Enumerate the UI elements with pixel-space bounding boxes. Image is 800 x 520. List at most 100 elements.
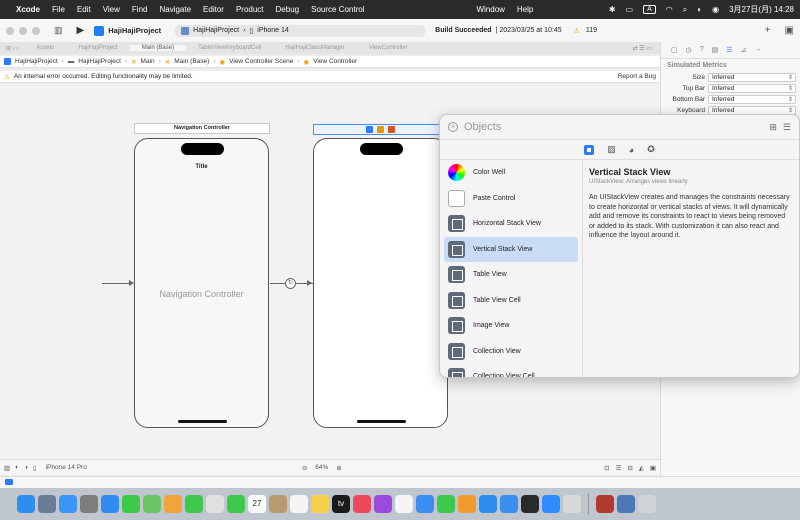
finder-dock-icon[interactable] [17, 495, 35, 513]
close-window-button[interactable] [6, 26, 14, 35]
numbers-dock-icon[interactable] [437, 495, 455, 513]
chrome-dock-icon[interactable] [206, 495, 224, 513]
size-inspector-icon[interactable]: ⊿ [741, 46, 747, 54]
library-item[interactable]: Image View [444, 313, 578, 339]
line-dock-icon[interactable] [227, 495, 245, 513]
siri-icon[interactable]: ◉ [712, 5, 719, 14]
xcode-dock-icon[interactable] [500, 495, 518, 513]
notes-dock-icon[interactable] [311, 495, 329, 513]
input-source-badge[interactable]: A [643, 5, 656, 14]
run-button[interactable]: ▶ [77, 25, 85, 36]
menu-navigate[interactable]: Navigate [159, 5, 191, 14]
update-frames-icon[interactable]: ⊡ [604, 464, 609, 472]
messages-dock-icon[interactable] [122, 495, 140, 513]
tab-tableviewkeyboardcell[interactable]: TableViewKeyboardCell [186, 45, 273, 51]
metric-top-bar-select[interactable]: Inferred [708, 84, 796, 93]
library-item[interactable]: Paste Control [444, 186, 578, 212]
safari-dock-icon[interactable] [101, 495, 119, 513]
zoom-out-icon[interactable]: ⊖ [302, 464, 307, 472]
finder-window-dock-icon[interactable] [617, 495, 635, 513]
jump-scene[interactable]: View Controller Scene [229, 58, 293, 65]
objects-category-icon[interactable] [584, 144, 595, 155]
orientation-icon[interactable]: ◑ [24, 464, 28, 471]
dictionary-dock-icon[interactable] [596, 495, 614, 513]
library-item[interactable]: Collection View Cell [444, 364, 578, 377]
view-controller-icon[interactable] [366, 126, 373, 133]
menu-app-name[interactable]: Xcode [16, 5, 40, 14]
warning-count[interactable]: 119 [586, 27, 597, 34]
device-icon[interactable]: ▯ [33, 464, 37, 472]
embed-in-icon[interactable]: ▣ [650, 464, 656, 472]
menu-product[interactable]: Product [236, 5, 264, 14]
app-store-dock-icon[interactable] [479, 495, 497, 513]
scheme-name[interactable]: HajiHajiProject [193, 27, 239, 34]
sidebar-toggle-icon[interactable]: ▥ [54, 25, 63, 36]
file-inspector-icon[interactable]: ▢ [671, 46, 678, 54]
menu-view[interactable]: View [103, 5, 120, 14]
tab-main-base[interactable]: Main (Base) [129, 45, 187, 51]
tab-viewcontroller[interactable]: ViewController [357, 45, 420, 51]
first-responder-icon[interactable] [377, 126, 384, 133]
jump-main[interactable]: Main [141, 58, 155, 65]
news-dock-icon[interactable] [395, 495, 413, 513]
grid-view-icon[interactable]: ⊞ [769, 122, 777, 133]
navigation-controller-scene-title[interactable]: Navigation Controller [134, 123, 270, 134]
launchpad-dock-icon[interactable] [38, 495, 56, 513]
menu-file[interactable]: File [52, 5, 65, 14]
contacts-dock-icon[interactable] [269, 495, 287, 513]
connections-inspector-icon[interactable]: → [754, 46, 761, 54]
zoom-window-button[interactable] [32, 26, 40, 35]
search-icon[interactable]: ⌕ [683, 5, 687, 15]
attributes-inspector-icon[interactable]: ☰ [726, 46, 732, 54]
keynote-dock-icon[interactable] [416, 495, 434, 513]
pages-dock-icon[interactable] [458, 495, 476, 513]
library-item[interactable]: Horizontal Stack View [444, 211, 578, 237]
menu-debug[interactable]: Debug [276, 5, 300, 14]
photos-dock-icon[interactable] [164, 495, 182, 513]
tab-assets[interactable]: Assets [24, 45, 66, 51]
resolve-issues-icon[interactable]: ◭ [639, 464, 644, 472]
navigation-controller-scene[interactable]: Title Navigation Controller [134, 138, 269, 428]
wifi-icon[interactable]: ◠ [666, 5, 673, 14]
preview-dock-icon[interactable] [563, 495, 581, 513]
reminders-dock-icon[interactable] [290, 495, 308, 513]
menu-editor[interactable]: Editor [203, 5, 224, 14]
library-search-input[interactable]: Objects [464, 121, 501, 133]
view-controller-scene[interactable] [313, 138, 448, 428]
list-view-icon[interactable]: ☰ [783, 122, 791, 133]
symbols-category-icon[interactable]: ✪ [647, 144, 655, 155]
initial-view-controller-arrow[interactable] [102, 280, 134, 286]
library-item[interactable]: Color Well [444, 160, 578, 186]
music-dock-icon[interactable] [353, 495, 371, 513]
exit-icon[interactable] [388, 126, 395, 133]
tv-dock-icon[interactable]: tv [332, 495, 350, 513]
jump-main-base[interactable]: Main (Base) [174, 58, 209, 65]
mail-dock-icon[interactable] [59, 495, 77, 513]
align-icon[interactable]: ☰ [616, 464, 622, 472]
tab-hajihajiclassmanager[interactable]: HajiHajiClassManager [273, 45, 356, 51]
segue-icon[interactable]: ↻ [285, 278, 296, 289]
library-item[interactable]: Table View [444, 262, 578, 288]
appearance-icon[interactable]: ◐ [15, 464, 19, 471]
zoom-in-icon[interactable]: ⊕ [336, 464, 341, 472]
podcasts-dock-icon[interactable] [374, 495, 392, 513]
inspector-toggle-icon[interactable]: ▣ [785, 25, 794, 36]
library-item[interactable]: Collection View [444, 339, 578, 365]
control-center-icon[interactable]: ◐ [697, 5, 702, 14]
view-controller-scene-bar[interactable] [313, 124, 448, 135]
minimize-window-button[interactable] [19, 26, 27, 35]
menubar-clock[interactable]: 3月27日(月) 14:28 [729, 4, 794, 15]
tab-hajihajiproject[interactable]: HajiHajiProject [66, 45, 129, 51]
terminal-dock-icon[interactable] [521, 495, 539, 513]
editor-options-icon[interactable]: ⇄ ☰ ▭ [633, 45, 660, 52]
zoom-dock-icon[interactable] [542, 495, 560, 513]
menu-find[interactable]: Find [132, 5, 148, 14]
warning-icon[interactable]: ⚠ [574, 27, 580, 35]
scheme-selector[interactable]: HajiHajiProject › ▯ iPhone 14 [175, 24, 426, 37]
jump-view-controller[interactable]: View Controller [313, 58, 357, 65]
document-outline-icon[interactable]: ▥ [4, 464, 10, 472]
calendar-dock-icon[interactable]: 27 [248, 495, 266, 513]
trash-dock-icon[interactable] [638, 495, 656, 513]
colors-category-icon[interactable]: ◕ [629, 145, 634, 155]
report-bug-button[interactable]: Report a Bug [618, 73, 656, 80]
